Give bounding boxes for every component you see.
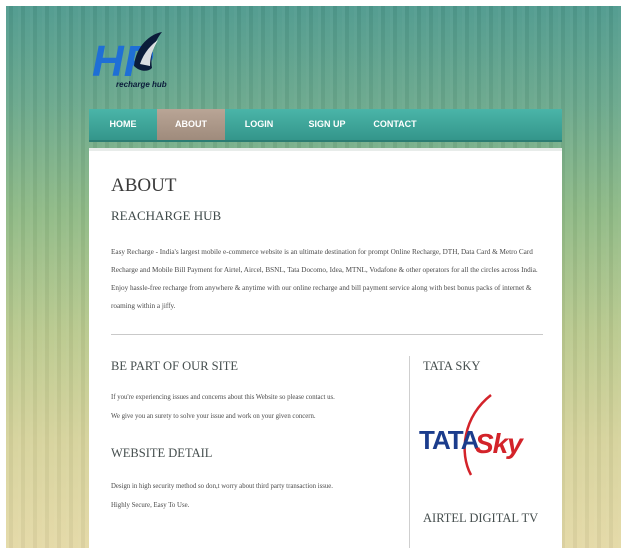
section-divider: [111, 334, 543, 335]
website-detail-heading: WEBSITE DETAIL: [111, 446, 213, 460]
part-line-2: We give you an surety to solve your issu…: [111, 413, 316, 420]
logo-subtitle: recharge hub: [116, 80, 167, 89]
website-detail-line-1: Design in high security method so don,t …: [111, 483, 333, 490]
svg-text:Sky: Sky: [475, 428, 524, 459]
content-top-border: [89, 148, 562, 151]
nav-contact[interactable]: CONTACT: [361, 109, 429, 140]
website-detail-line-2: Highly Secure, Easy To Use.: [111, 502, 190, 509]
main-navigation: HOME ABOUT LOGIN SIGN UP CONTACT: [89, 109, 562, 142]
about-description: Easy Recharge - India's largest mobile e…: [111, 248, 538, 310]
nav-login[interactable]: LOGIN: [225, 109, 293, 140]
nav-about[interactable]: ABOUT: [157, 109, 225, 140]
nav-signup[interactable]: SIGN UP: [293, 109, 361, 140]
page-title: ABOUT: [111, 175, 177, 196]
page-background: HP recharge hub HOME ABOUT LOGIN SIGN UP…: [6, 6, 621, 548]
sidebar-divider: [409, 356, 410, 548]
content-panel: ABOUT REACHARGE HUB Easy Recharge - Indi…: [89, 148, 562, 548]
tata-sky-logo-icon: TATA Sky: [419, 394, 525, 476]
tata-sky-logo[interactable]: TATA Sky: [419, 391, 539, 481]
tata-sky-heading: TATA SKY: [423, 359, 481, 373]
site-logo[interactable]: HP recharge hub: [92, 28, 172, 98]
svg-text:TATA: TATA: [419, 425, 480, 455]
nav-home[interactable]: HOME: [89, 109, 157, 140]
airtel-digital-tv-heading: AIRTEL DIGITAL TV: [423, 511, 539, 525]
part-heading: BE PART OF OUR SITE: [111, 359, 239, 373]
part-line-1: If you're experiencing issues and concer…: [111, 394, 335, 401]
about-subtitle: REACHARGE HUB: [111, 208, 222, 223]
